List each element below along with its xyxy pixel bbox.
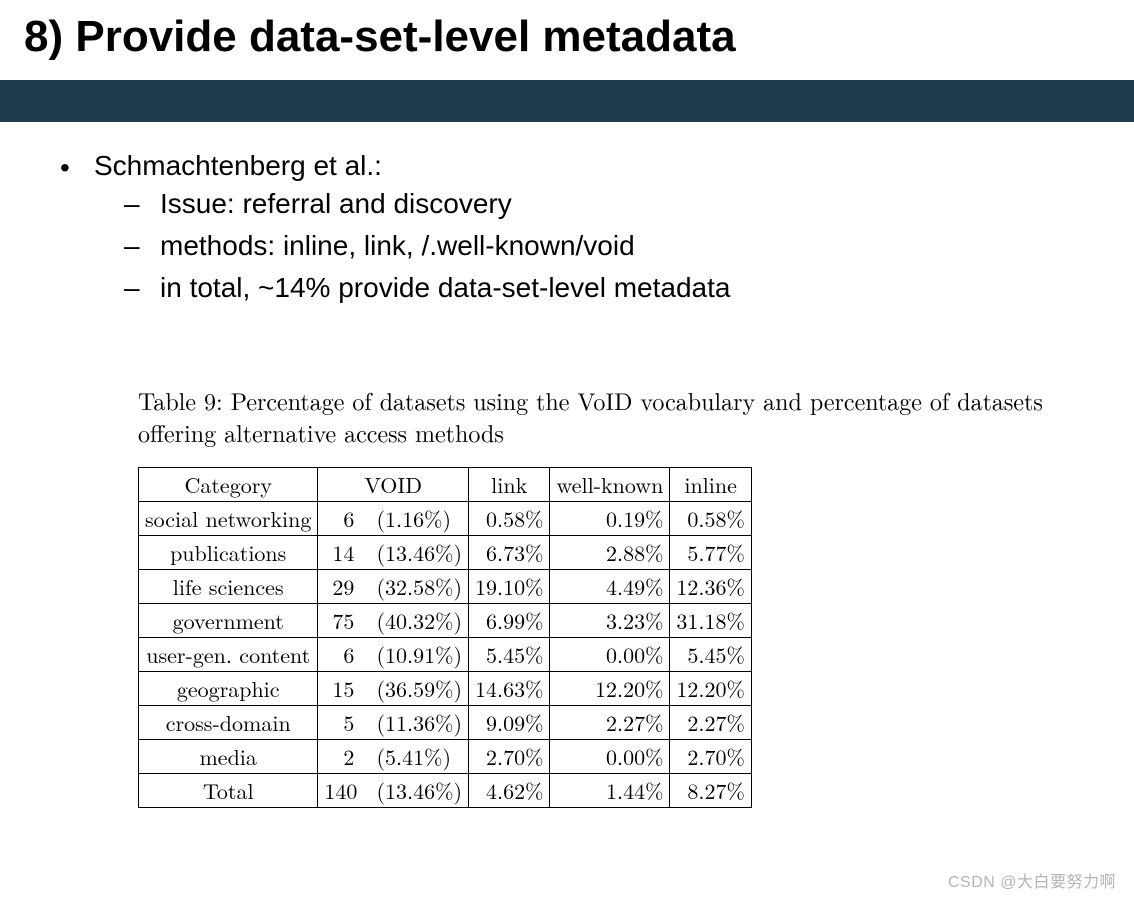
cell-void: 2 (5.41%) xyxy=(318,739,469,773)
cell-link: 2.70% xyxy=(469,739,550,773)
table-row: life sciences29 (32.58%)19.10%4.49%12.36… xyxy=(139,569,752,603)
cell-wellknown: 4.49% xyxy=(550,569,670,603)
cell-wellknown: 0.00% xyxy=(550,637,670,671)
bullet-main: Schmachtenberg et al.: Issue: referral a… xyxy=(94,150,1094,304)
slide: 8) Provide data-set-level metadata Schma… xyxy=(0,0,1134,906)
col-void: VOID xyxy=(318,467,469,501)
table-row: social networking6 (1.16%)0.58%0.19%0.58… xyxy=(139,501,752,535)
cell-void: 6 (10.91%) xyxy=(318,637,469,671)
table-total-row: Total140 (13.46%)4.62%1.44%8.27% xyxy=(139,773,752,807)
cell-link: 5.45% xyxy=(469,637,550,671)
slide-body: Schmachtenberg et al.: Issue: referral a… xyxy=(0,122,1134,808)
cell-void: 15 (36.59%) xyxy=(318,671,469,705)
col-link: link xyxy=(469,467,550,501)
cell-void: 75 (40.32%) xyxy=(318,603,469,637)
cell-void: 6 (1.16%) xyxy=(318,501,469,535)
col-wellknown: well-known xyxy=(550,467,670,501)
cell-wellknown: 12.20% xyxy=(550,671,670,705)
cell-link: 14.63% xyxy=(469,671,550,705)
cell-category: social networking xyxy=(139,501,318,535)
bullet-sub: Issue: referral and discovery xyxy=(160,188,1094,220)
cell-wellknown: 0.19% xyxy=(550,501,670,535)
col-category: Category xyxy=(139,467,318,501)
table-row: user-gen. content6 (10.91%)5.45%0.00%5.4… xyxy=(139,637,752,671)
table-row: government75 (40.32%)6.99%3.23%31.18% xyxy=(139,603,752,637)
bullet-sub: in total, ~14% provide data-set-level me… xyxy=(160,272,1094,304)
watermark: CSDN @大白要努力啊 xyxy=(948,868,1116,892)
cell-category: publications xyxy=(139,535,318,569)
cell-link: 0.58% xyxy=(469,501,550,535)
cell-inline: 2.70% xyxy=(670,739,751,773)
data-table: Category VOID link well-known inline soc… xyxy=(138,467,752,808)
cell-void: 29 (32.58%) xyxy=(318,569,469,603)
cell-category: life sciences xyxy=(139,569,318,603)
cell-inline: 5.77% xyxy=(670,535,751,569)
table-caption: Table 9: Percentage of datasets using th… xyxy=(138,384,1058,449)
table-row: publications14 (13.46%)6.73%2.88%5.77% xyxy=(139,535,752,569)
cell-wellknown: 0.00% xyxy=(550,739,670,773)
table-block: Table 9: Percentage of datasets using th… xyxy=(138,384,1058,808)
cell-inline: 31.18% xyxy=(670,603,751,637)
title-underline-bar xyxy=(0,80,1134,122)
cell-category: geographic xyxy=(139,671,318,705)
table-header-row: Category VOID link well-known inline xyxy=(139,467,752,501)
cell-link: 9.09% xyxy=(469,705,550,739)
cell-category: government xyxy=(139,603,318,637)
table-row: geographic15 (36.59%)14.63%12.20%12.20% xyxy=(139,671,752,705)
cell-inline: 12.36% xyxy=(670,569,751,603)
col-inline: inline xyxy=(670,467,751,501)
cell-inline: 0.58% xyxy=(670,501,751,535)
cell-link: 19.10% xyxy=(469,569,550,603)
slide-title: 8) Provide data-set-level metadata xyxy=(0,0,1134,80)
cell-link: 6.73% xyxy=(469,535,550,569)
cell-inline: 2.27% xyxy=(670,705,751,739)
bullet-sub: methods: inline, link, /.well-known/void xyxy=(160,230,1094,262)
table-row: media2 (5.41%)2.70%0.00%2.70% xyxy=(139,739,752,773)
cell-void: 140 (13.46%) xyxy=(318,773,469,807)
cell-inline: 8.27% xyxy=(670,773,751,807)
cell-inline: 12.20% xyxy=(670,671,751,705)
bullet-main-text: Schmachtenberg et al.: xyxy=(94,150,382,181)
cell-link: 6.99% xyxy=(469,603,550,637)
cell-wellknown: 1.44% xyxy=(550,773,670,807)
cell-wellknown: 3.23% xyxy=(550,603,670,637)
cell-void: 14 (13.46%) xyxy=(318,535,469,569)
cell-wellknown: 2.27% xyxy=(550,705,670,739)
cell-inline: 5.45% xyxy=(670,637,751,671)
cell-link: 4.62% xyxy=(469,773,550,807)
cell-category: Total xyxy=(139,773,318,807)
cell-category: cross-domain xyxy=(139,705,318,739)
cell-category: user-gen. content xyxy=(139,637,318,671)
cell-void: 5 (11.36%) xyxy=(318,705,469,739)
cell-wellknown: 2.88% xyxy=(550,535,670,569)
table-row: cross-domain5 (11.36%)9.09%2.27%2.27% xyxy=(139,705,752,739)
cell-category: media xyxy=(139,739,318,773)
